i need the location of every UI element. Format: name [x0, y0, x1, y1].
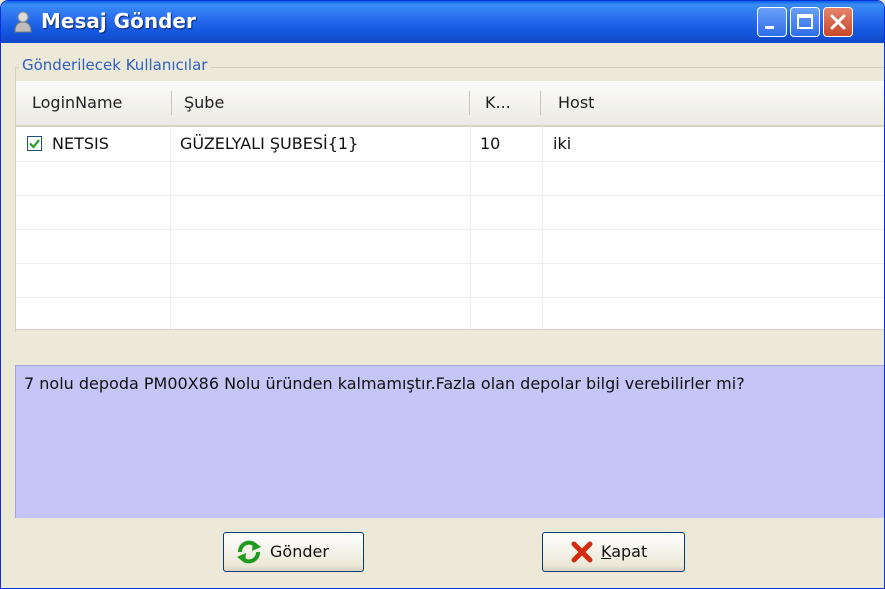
row-checkbox[interactable] — [27, 136, 42, 151]
users-grid[interactable]: LoginName Şube K... Host NETSIS GÜZELYAL… — [16, 81, 884, 329]
checkmark-icon — [29, 139, 40, 149]
column-header-sube[interactable]: Şube — [178, 81, 468, 125]
close-button-label: Kapat — [601, 533, 647, 571]
maximize-button[interactable] — [790, 7, 820, 37]
window-title: Mesaj Gönder — [41, 9, 196, 33]
table-row[interactable]: NETSIS GÜZELYALI ŞUBESİ{1} 10 iki — [16, 127, 884, 162]
message-textarea[interactable]: 7 nolu depoda PM00X86 Nolu üründen kalma… — [15, 365, 884, 518]
cell-sube: GÜZELYALI ŞUBESİ{1} — [180, 134, 359, 153]
column-separator[interactable] — [540, 91, 541, 115]
close-accel-key: K — [601, 542, 612, 561]
close-window-button[interactable] — [823, 7, 853, 37]
message-window: Mesaj Gönder Gönderilecek Kullanıcılar L… — [0, 0, 885, 589]
table-row[interactable] — [16, 297, 884, 329]
grid-header: LoginName Şube K... Host — [16, 81, 884, 127]
table-row[interactable] — [16, 229, 884, 264]
column-separator[interactable] — [469, 91, 470, 115]
group-caption: Gönderilecek Kullanıcılar — [19, 56, 211, 74]
title-bar[interactable]: Mesaj Gönder — [1, 1, 884, 43]
column-header-k[interactable]: K... — [479, 81, 541, 125]
message-text: 7 nolu depoda PM00X86 Nolu üründen kalma… — [24, 374, 745, 393]
grid-footer-strip — [16, 329, 884, 364]
minimize-icon — [765, 26, 774, 29]
cell-k: 10 — [480, 134, 501, 153]
refresh-icon — [237, 540, 261, 564]
table-row[interactable] — [16, 195, 884, 230]
minimize-button[interactable] — [757, 7, 787, 37]
send-button-label: Gönder — [270, 542, 329, 561]
column-header-host[interactable]: Host — [552, 81, 752, 125]
close-icon — [830, 14, 846, 30]
button-panel — [1, 519, 884, 588]
table-row[interactable] — [16, 263, 884, 298]
column-separator[interactable] — [171, 91, 172, 115]
cell-loginname: NETSIS — [52, 134, 109, 153]
maximize-icon — [797, 14, 813, 29]
user-icon — [14, 11, 32, 33]
cell-host: iki — [553, 134, 572, 153]
close-button[interactable]: Kapat — [542, 532, 685, 572]
send-button[interactable]: Gönder — [223, 532, 364, 572]
table-row[interactable] — [16, 161, 884, 196]
column-header-loginname[interactable]: LoginName — [26, 81, 176, 125]
close-label-rest: apat — [611, 542, 648, 561]
x-icon — [571, 541, 593, 563]
